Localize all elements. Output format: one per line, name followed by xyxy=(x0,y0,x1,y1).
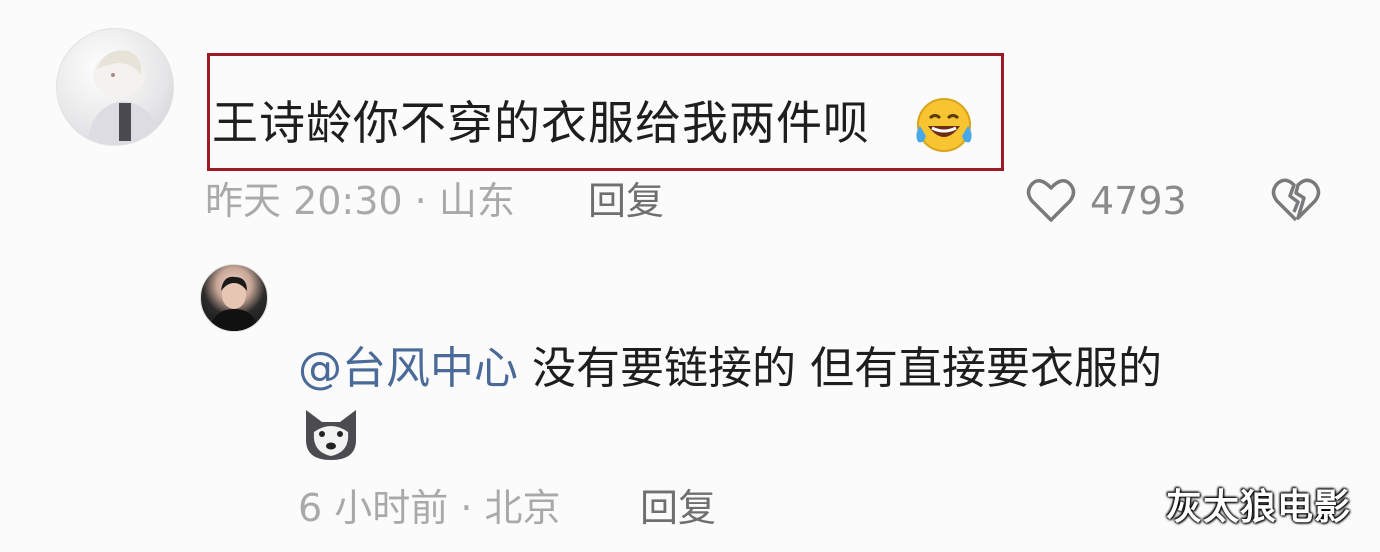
reply-comment: @台风中心 没有要链接的 但有直接要衣服的 xyxy=(298,338,1162,400)
comment-text: 王诗龄你不穿的衣服给我两件呗 xyxy=(212,96,870,150)
like-count: 4793 xyxy=(1090,179,1187,223)
avatar[interactable] xyxy=(56,28,174,146)
heart-icon[interactable] xyxy=(1026,176,1076,224)
user-mention-link[interactable]: @台风中心 xyxy=(298,343,518,394)
comment-timestamp-location: 6 小时前 · 北京 xyxy=(298,486,561,530)
avatar[interactable] xyxy=(200,264,268,332)
comment-timestamp-location: 昨天 20:30 · 山东 xyxy=(205,179,515,223)
reply-comment-text: 没有要链接的 但有直接要衣服的 xyxy=(518,343,1162,394)
broken-heart-icon[interactable] xyxy=(1270,176,1322,224)
laughing-crying-emoji-icon xyxy=(912,96,974,154)
husky-dog-emoji-icon xyxy=(300,402,362,464)
watermark: 灰太狼电影 xyxy=(1166,487,1352,528)
reply-button[interactable]: 回复 xyxy=(588,178,664,224)
reply-button[interactable]: 回复 xyxy=(640,485,716,531)
